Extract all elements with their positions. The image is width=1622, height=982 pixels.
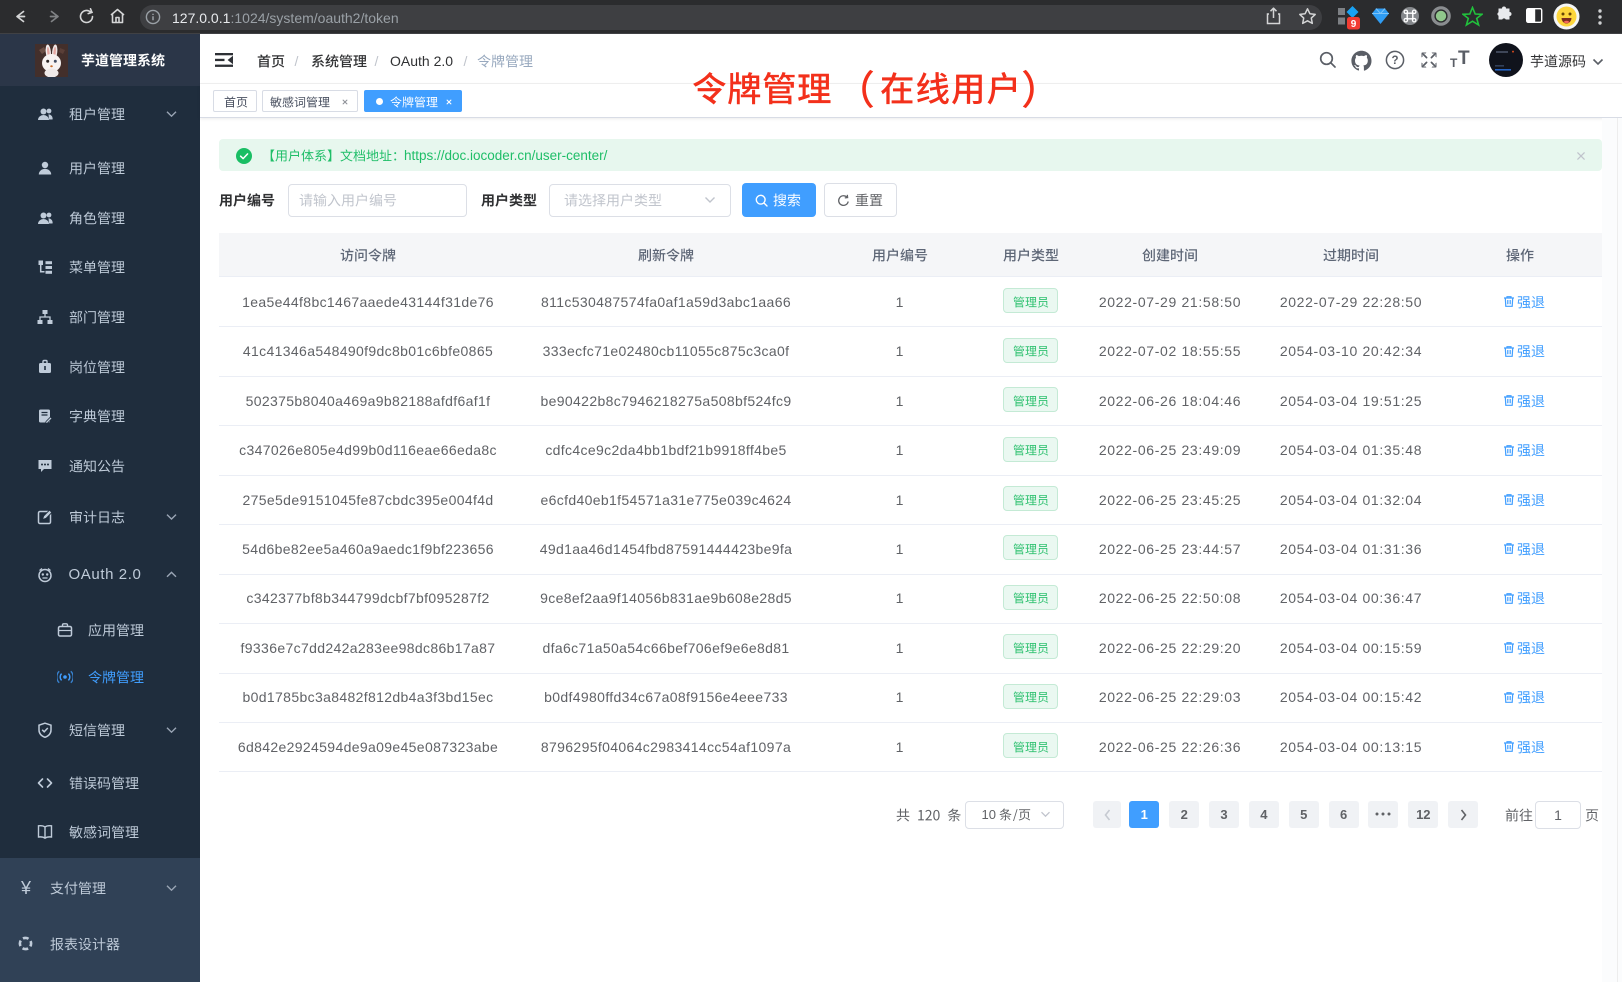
svg-text:9: 9 — [1351, 19, 1357, 30]
svg-text:?: ? — [1391, 55, 1398, 67]
